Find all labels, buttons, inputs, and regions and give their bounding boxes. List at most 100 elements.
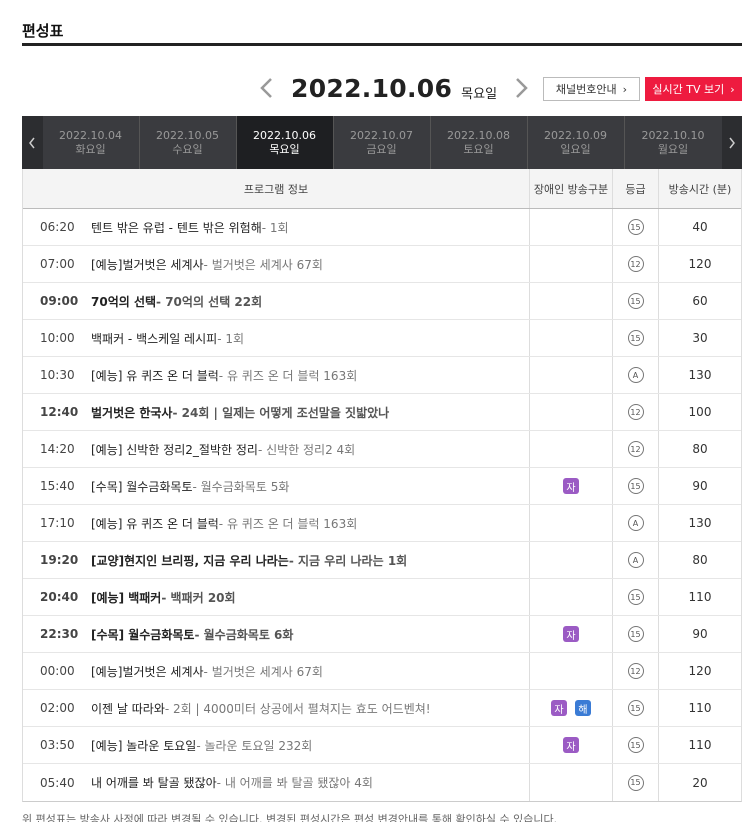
prev-date-button[interactable] [255,74,277,102]
program-title[interactable]: [예능]벌거벗은 세계사 [91,256,204,273]
table-row[interactable]: 07:00 [예능]벌거벗은 세계사 - 벌거벗은 세계사 67회 12 120 [23,246,741,283]
caption-badge: 자 [551,700,567,716]
program-title[interactable]: [예능] 유 퀴즈 온 더 블럭 [91,367,219,384]
table-row[interactable]: 02:00 이젠 날 따라와 - 2회 | 4000미터 상공에서 펼쳐지는 효도… [23,690,741,727]
program-info-cell: 12:40 벌거벗은 한국사 - 24회 | 일제는 어떻게 조선말을 짓밟았나 [23,394,529,430]
disability-cell [529,246,612,282]
footer-note: 위 편성표는 방송사 사정에 따라 변경될 수 있습니다. 변경된 편성시간은 … [22,813,558,822]
chevron-right-icon: › [622,82,628,96]
minutes-cell: 120 [658,653,741,689]
tab-2022.10.04[interactable]: 2022.10.04 화요일 [43,116,140,169]
tab-2022.10.05[interactable]: 2022.10.05 수요일 [140,116,237,169]
table-row[interactable]: 10:00 백패커 - 백스케일 레시피 - 1회 15 30 [23,320,741,357]
tab-2022.10.10[interactable]: 2022.10.10 월요일 [625,116,722,169]
minutes-cell: 60 [658,283,741,319]
episode-info: - 신박한 정리2 4회 [257,442,356,457]
program-title[interactable]: 내 어깨를 봐 탈골 됐잖아 [91,774,217,791]
tabs-prev-button[interactable] [22,116,43,169]
tab-date: 2022.10.06 [253,128,316,142]
age-rating-icon: 15 [627,589,644,605]
table-row[interactable]: 17:10 [예능] 유 퀴즈 온 더 블럭 - 유 퀴즈 온 더 블럭 163회… [23,505,741,542]
program-title[interactable]: 이젠 날 따라와 [91,700,165,717]
program-title[interactable]: [예능]벌거벗은 세계사 [91,663,204,680]
airtime: 15:40 [40,479,75,493]
tab-day-of-week: 월요일 [657,142,689,156]
table-row[interactable]: 14:20 [예능] 신박한 정리2_절박한 정리 - 신박한 정리2 4회 12 8… [23,431,741,468]
tab-day-of-week: 토요일 [463,142,494,156]
episode-info: - 1회 [217,331,245,346]
caption-badge: 자 [563,626,579,642]
current-date: 2022.10.06 [291,73,453,103]
commentary-badge: 해 [575,700,591,716]
table-row[interactable]: 03:50 [예능] 놀라운 토요일 - 놀라운 토요일 232회 자 15 110 [23,727,741,764]
program-info-cell: 10:30 [예능] 유 퀴즈 온 더 블럭 - 유 퀴즈 온 더 블럭 163회 [23,357,529,393]
disability-cell [529,320,612,356]
tab-2022.10.06[interactable]: 2022.10.06 목요일 [236,116,334,169]
minutes-cell: 120 [658,246,741,282]
chevron-left-icon [29,137,35,148]
table-row[interactable]: 22:30 [수목] 월수금화목토 - 월수금화목토 6화 자 15 90 [23,616,741,653]
program-title[interactable]: [수목] 월수금화목토 [91,478,193,495]
tab-date: 2022.10.08 [447,128,510,142]
table-row[interactable]: 05:40 내 어깨를 봐 탈골 됐잖아 - 내 어깨를 봐 탈골 됐잖아 4회 1… [23,764,741,801]
airtime: 10:30 [40,368,75,382]
tab-2022.10.08[interactable]: 2022.10.08 토요일 [431,116,528,169]
episode-info: - 70억의 선택 22회 [156,294,263,309]
page-title: 편성표 [22,22,64,40]
tab-date: 2022.10.09 [544,128,607,142]
table-row[interactable]: 00:00 [예능]벌거벗은 세계사 - 벌거벗은 세계사 67회 12 120 [23,653,741,690]
date-navigator: 2022.10.06 목요일 [255,72,533,104]
duration-minutes: 100 [688,405,712,419]
program-title[interactable]: [수목] 월수금화목토 [91,626,194,643]
program-info-cell: 07:00 [예능]벌거벗은 세계사 - 벌거벗은 세계사 67회 [23,246,529,282]
date-tabs: 2022.10.04 화요일 2022.10.05 수요일 2022.10.06 목요일 2… [22,116,742,169]
program-info-cell: 14:20 [예능] 신박한 정리2_절박한 정리 - 신박한 정리2 4회 [23,431,529,467]
grade-cell: A [612,505,658,541]
program-info-cell: 02:00 이젠 날 따라와 - 2회 | 4000미터 상공에서 펼쳐지는 효도… [23,690,529,726]
program-title[interactable]: [예능] 놀라운 토요일 [91,737,196,754]
program-info-cell: 00:00 [예능]벌거벗은 세계사 - 벌거벗은 세계사 67회 [23,653,529,689]
tab-date: 2022.10.04 [59,128,122,142]
grade-cell: 12 [612,431,658,467]
tab-day-of-week: 금요일 [366,142,397,156]
episode-info: - 1회 [261,220,289,235]
tab-date: 2022.10.07 [350,128,413,142]
table-row[interactable]: 19:20 [교양]현지인 브리핑, 지금 우리 나라는 - 지금 우리 나라는 … [23,542,741,579]
age-rating-icon: A [627,552,644,568]
table-row[interactable]: 20:40 [예능] 백패커 - 백패커 20회 15 110 [23,579,741,616]
table-row[interactable]: 06:20 텐트 밖은 유럽 - 텐트 밖은 위험해 - 1회 15 40 [23,209,741,246]
episode-info: - 2회 | 4000미터 상공에서 펼쳐지는 효도 어드벤쳐! [164,701,431,716]
table-row[interactable]: 12:40 벌거벗은 한국사 - 24회 | 일제는 어떻게 조선말을 짓밟았나 1… [23,394,741,431]
airtime: 03:50 [40,738,75,752]
duration-minutes: 110 [688,590,712,604]
minutes-cell: 130 [658,357,741,393]
program-title[interactable]: [교양]현지인 브리핑, 지금 우리 나라는 [91,552,289,569]
chevron-right-icon: › [730,82,735,96]
program-title[interactable]: 70억의 선택 [91,293,156,310]
grade-cell: 15 [612,616,658,652]
disability-cell: 자해 [529,690,612,726]
live-tv-button[interactable]: 실시간 TV 보기 › [645,77,742,101]
program-title[interactable]: [예능] 신박한 정리2_절박한 정리 [91,441,258,458]
program-title[interactable]: 벌거벗은 한국사 [91,404,172,421]
disability-cell [529,542,612,578]
program-title[interactable]: [예능] 백패커 [91,589,161,606]
tab-2022.10.07[interactable]: 2022.10.07 금요일 [334,116,431,169]
table-row[interactable]: 09:00 70억의 선택 - 70억의 선택 22회 15 60 [23,283,741,320]
program-title[interactable]: [예능] 유 퀴즈 온 더 블럭 [91,515,219,532]
table-row[interactable]: 15:40 [수목] 월수금화목토 - 월수금화목토 5화 자 15 90 [23,468,741,505]
grade-cell: 15 [612,283,658,319]
tabs-next-button[interactable] [721,116,742,169]
table-row[interactable]: 10:30 [예능] 유 퀴즈 온 더 블럭 - 유 퀴즈 온 더 블럭 163회… [23,357,741,394]
minutes-cell: 110 [658,579,741,615]
age-rating-icon: 15 [627,219,644,235]
tab-2022.10.09[interactable]: 2022.10.09 일요일 [528,116,625,169]
program-title[interactable]: 백패커 - 백스케일 레시피 [91,330,217,347]
grade-cell: 15 [612,690,658,726]
next-date-button[interactable] [511,74,533,102]
disability-cell [529,505,612,541]
airtime: 09:00 [40,294,79,308]
channel-number-guide-button[interactable]: 채널번호안내 › [543,77,640,101]
episode-info: - 월수금화목토 6화 [194,627,294,642]
program-title[interactable]: 텐트 밖은 유럽 - 텐트 밖은 위험해 [91,219,262,236]
